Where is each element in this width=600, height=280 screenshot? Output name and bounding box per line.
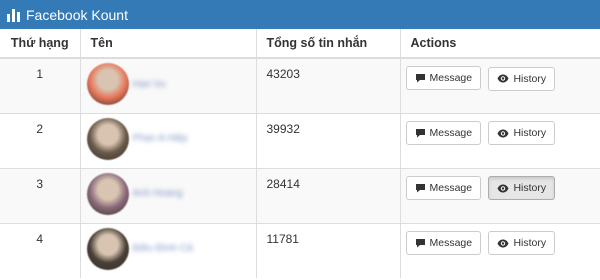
table-row: 1 Hari Vu 43203 Message History — [0, 57, 600, 113]
message-button[interactable]: Message — [405, 230, 482, 255]
user-name-link[interactable]: Điều Đình Cả — [133, 243, 193, 254]
comment-icon — [415, 74, 425, 83]
history-button[interactable]: History — [488, 121, 556, 145]
message-count: 11781 — [266, 231, 299, 246]
history-button-label: History — [513, 237, 547, 249]
header-total: Tổng số tin nhắn — [255, 29, 400, 59]
avatar[interactable] — [86, 63, 129, 105]
eye-icon — [497, 129, 509, 137]
message-button-label: Message — [429, 181, 473, 194]
history-button[interactable]: History — [488, 66, 556, 91]
app-header: Facebook Kount — [0, 0, 600, 29]
header-rank: Thứ hạng — [0, 29, 80, 59]
message-button-label: Message — [429, 236, 473, 249]
history-button-label: History — [513, 182, 547, 194]
message-count-cell: 11781 — [255, 222, 400, 278]
message-button[interactable]: Message — [405, 120, 482, 145]
comment-icon — [415, 238, 425, 247]
name-cell: Phan A Hiệp — [79, 112, 256, 168]
table-row: 3 Anh Hoang 28414 Message History — [0, 167, 600, 223]
message-count-cell: 43203 — [255, 57, 400, 113]
actions-cell: Message History — [399, 167, 600, 223]
eye-icon — [497, 74, 509, 83]
history-button-label: History — [513, 127, 547, 139]
table-row: 2 Phan A Hiệp 39932 Message History — [0, 112, 600, 168]
rank-cell: 4 — [0, 222, 80, 278]
user-name-link[interactable]: Phan A Hiệp — [133, 133, 188, 144]
actions-cell: Message History — [399, 222, 600, 278]
app-title[interactable]: Facebook Kount — [26, 7, 128, 23]
rank-value: 2 — [36, 121, 44, 136]
history-button[interactable]: History — [488, 231, 556, 255]
eye-icon — [497, 239, 509, 247]
rank-value: 4 — [36, 231, 44, 246]
name-cell: Hari Vu — [79, 57, 256, 113]
avatar[interactable] — [86, 117, 129, 160]
message-count-cell: 39932 — [255, 112, 400, 168]
user-name-link[interactable]: Hari Vu — [133, 79, 166, 90]
eye-icon — [497, 184, 509, 192]
user-name-link[interactable]: Anh Hoang — [133, 188, 183, 199]
rank-value: 3 — [36, 176, 44, 191]
message-button-label: Message — [429, 72, 473, 84]
name-cell: Điều Đình Cả — [79, 222, 256, 278]
header-name: Tên — [79, 29, 256, 59]
avatar[interactable] — [86, 227, 129, 270]
message-button[interactable]: Message — [405, 66, 482, 90]
message-button-label: Message — [429, 126, 473, 139]
table-header-row: Thứ hạng Tên Tổng số tin nhắn Actions — [0, 29, 600, 59]
ranking-table: Thứ hạng Tên Tổng số tin nhắn Actions 1 … — [0, 29, 600, 278]
rank-cell: 3 — [0, 167, 80, 223]
message-count: 43203 — [266, 67, 300, 81]
table-row: 4 Điều Đình Cả 11781 Message History — [0, 222, 600, 278]
actions-cell: Message History — [399, 112, 600, 168]
history-button-label: History — [513, 72, 547, 85]
history-button[interactable]: History — [488, 176, 556, 200]
bar-chart-icon — [7, 8, 20, 22]
message-button[interactable]: Message — [405, 175, 482, 200]
comment-icon — [415, 128, 425, 137]
message-count-cell: 28414 — [255, 167, 400, 223]
avatar[interactable] — [86, 172, 129, 215]
message-count: 28414 — [266, 176, 300, 191]
comment-icon — [415, 183, 425, 192]
message-count: 39932 — [266, 121, 300, 136]
rank-cell: 2 — [0, 112, 80, 168]
header-actions: Actions — [399, 29, 600, 59]
actions-cell: Message History — [399, 57, 600, 113]
rank-cell: 1 — [0, 57, 80, 113]
name-cell: Anh Hoang — [79, 167, 256, 223]
rank-value: 1 — [36, 67, 44, 81]
